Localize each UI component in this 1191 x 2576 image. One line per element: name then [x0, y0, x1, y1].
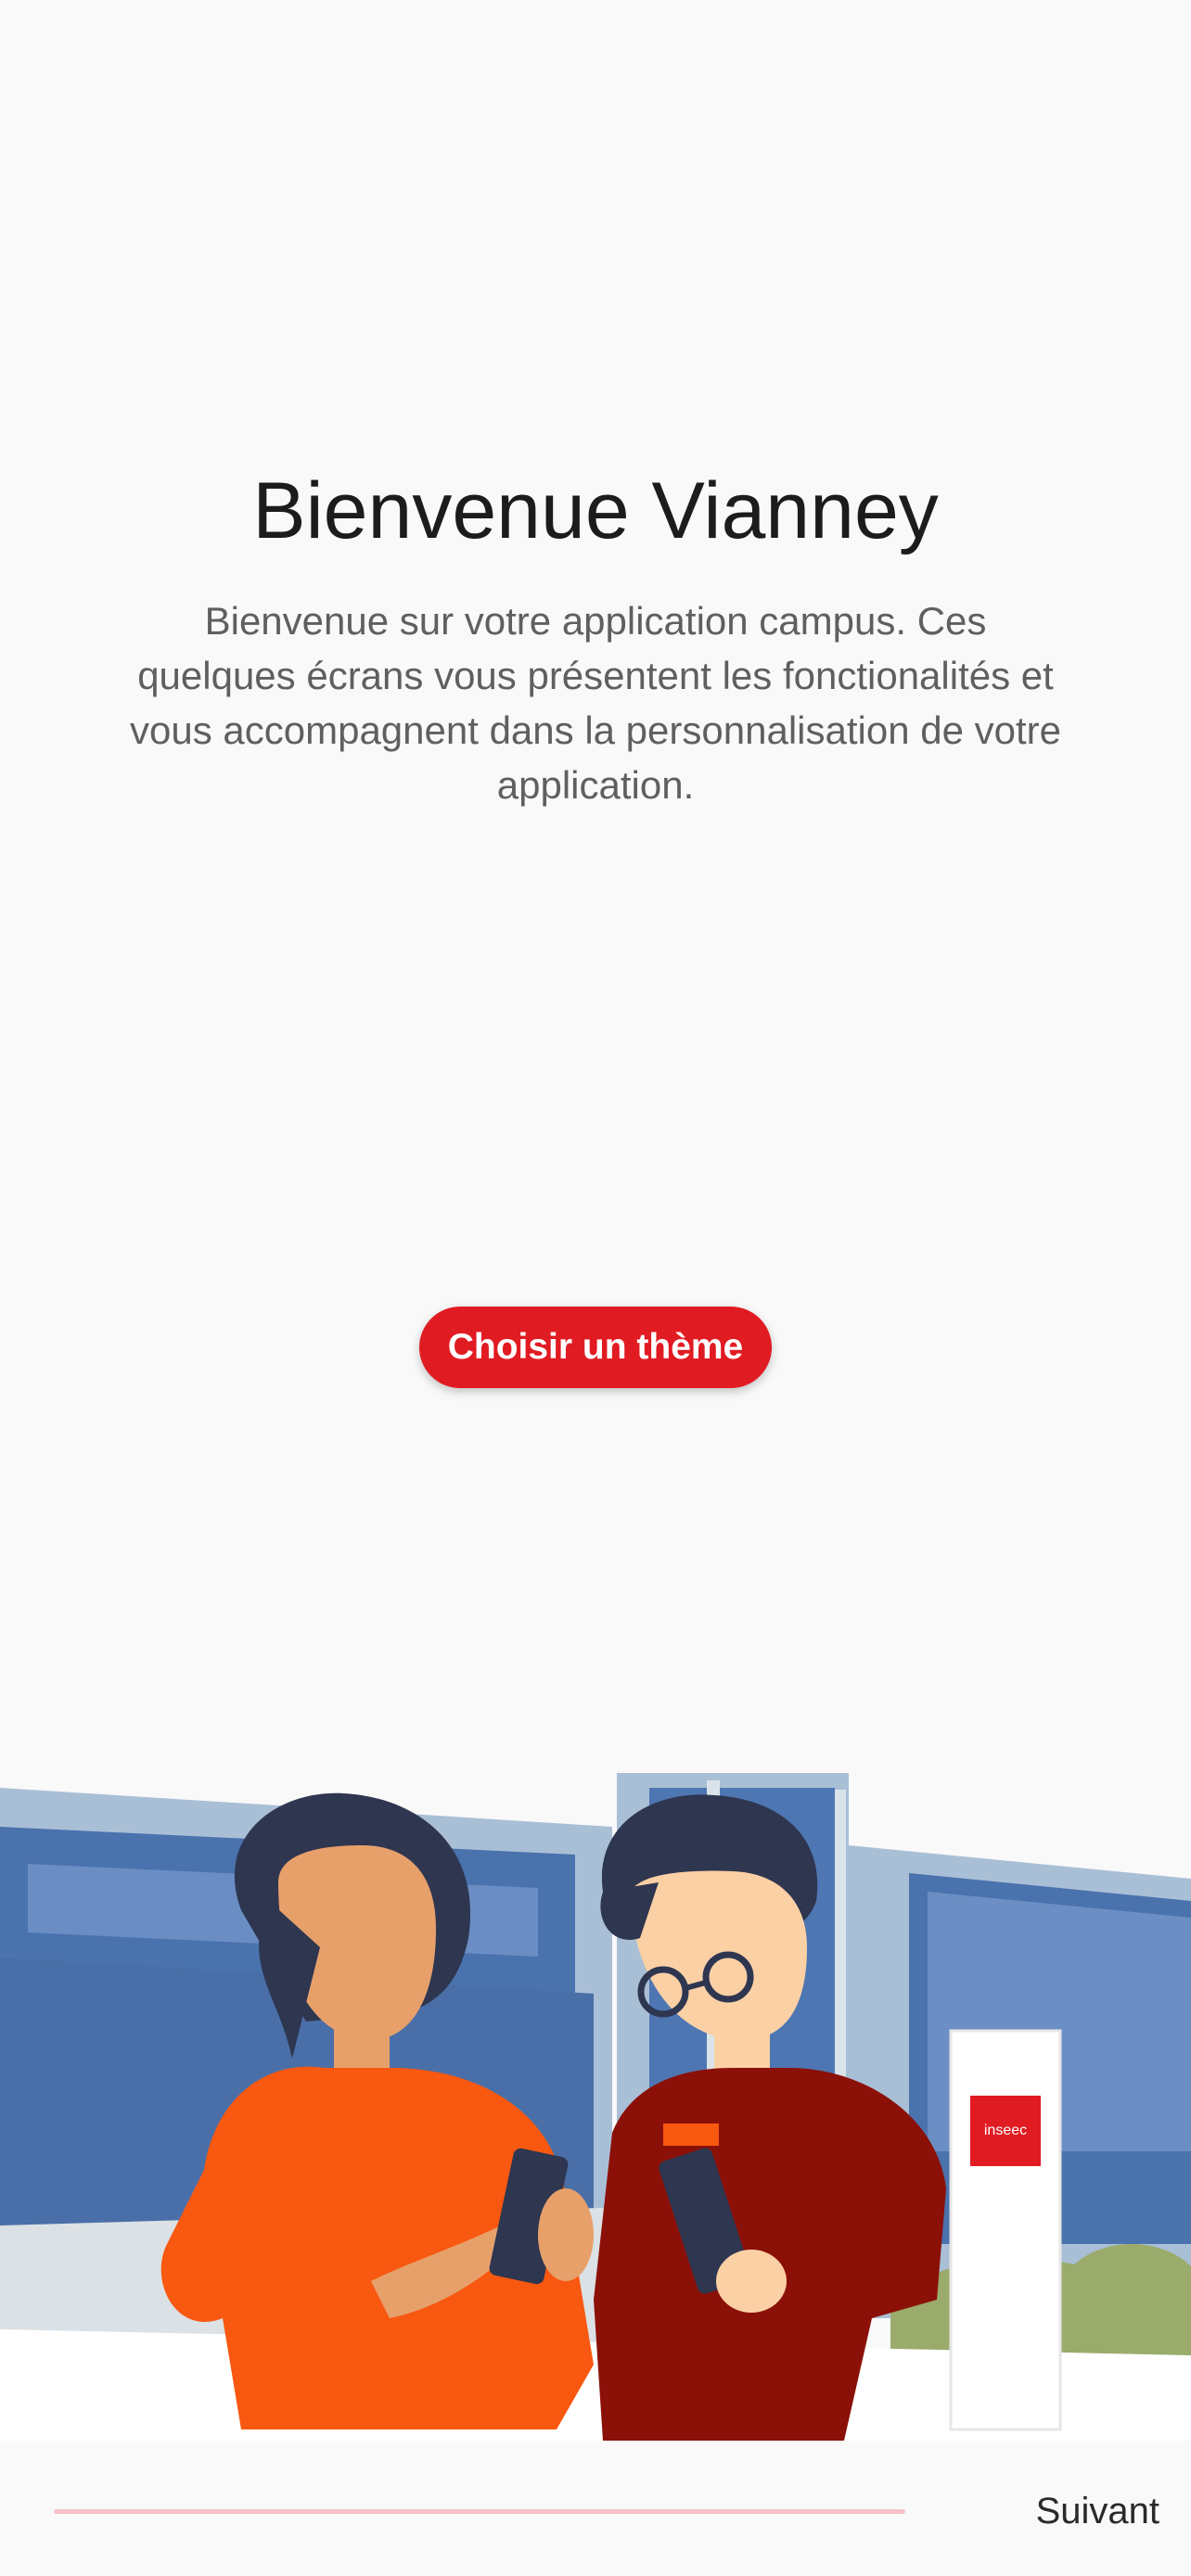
- welcome-description: Bienvenue sur votre application campus. …: [130, 599, 1061, 807]
- choose-theme-button[interactable]: Choisir un thème: [419, 1307, 772, 1388]
- students-campus-illustration: inseec: [0, 1773, 1191, 2441]
- bottom-bar: Suivant: [0, 2441, 1191, 2576]
- sign-text: inseec: [984, 2123, 1027, 2138]
- next-button[interactable]: Suivant: [992, 2476, 1159, 2546]
- onboarding-progress-bar: [54, 2509, 905, 2514]
- welcome-title: Bienvenue Vianney: [252, 466, 939, 555]
